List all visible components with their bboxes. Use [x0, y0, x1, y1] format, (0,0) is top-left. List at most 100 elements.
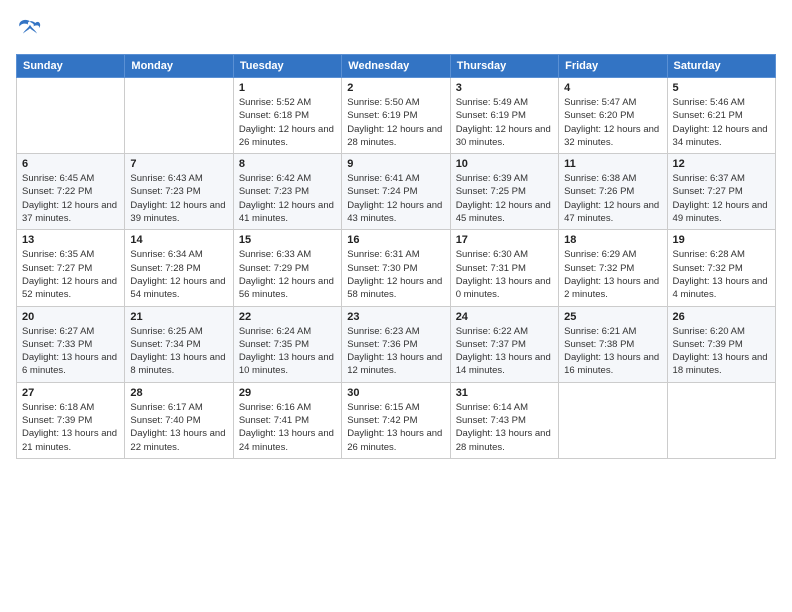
cell-line: Sunset: 6:19 PM — [456, 110, 526, 121]
cell-line: Sunrise: 6:37 AM — [673, 173, 745, 184]
calendar-cell: 12Sunrise: 6:37 AMSunset: 7:27 PMDayligh… — [667, 154, 775, 230]
cell-content: Sunrise: 5:52 AMSunset: 6:18 PMDaylight:… — [239, 96, 336, 149]
cell-line: Daylight: 12 hours and 28 minutes. — [347, 124, 442, 148]
header-thursday: Thursday — [450, 55, 558, 78]
cell-line: Sunrise: 5:46 AM — [673, 97, 745, 108]
calendar-table: SundayMondayTuesdayWednesdayThursdayFrid… — [16, 54, 776, 459]
cell-line: Sunrise: 6:43 AM — [130, 173, 202, 184]
cell-line: Sunrise: 6:18 AM — [22, 402, 94, 413]
cell-line: Daylight: 13 hours and 14 minutes. — [456, 352, 551, 376]
cell-line: Sunset: 7:35 PM — [239, 339, 309, 350]
cell-content: Sunrise: 6:20 AMSunset: 7:39 PMDaylight:… — [673, 325, 770, 378]
day-number: 4 — [564, 82, 661, 94]
day-number: 8 — [239, 158, 336, 170]
calendar-cell: 1 Sunrise: 5:52 AMSunset: 6:18 PMDaylight… — [233, 78, 341, 154]
cell-content: Sunrise: 5:47 AMSunset: 6:20 PMDaylight:… — [564, 96, 661, 149]
day-number: 31 — [456, 387, 553, 399]
cell-line: Sunset: 7:37 PM — [456, 339, 526, 350]
day-number: 19 — [673, 234, 770, 246]
day-number: 13 — [22, 234, 119, 246]
logo-icon — [16, 16, 44, 44]
day-number: 28 — [130, 387, 227, 399]
cell-content: Sunrise: 5:50 AMSunset: 6:19 PMDaylight:… — [347, 96, 444, 149]
calendar-cell: 28Sunrise: 6:17 AMSunset: 7:40 PMDayligh… — [125, 382, 233, 458]
cell-content: Sunrise: 6:35 AMSunset: 7:27 PMDaylight:… — [22, 248, 119, 301]
cell-line: Daylight: 13 hours and 8 minutes. — [130, 352, 225, 376]
cell-line: Sunrise: 6:27 AM — [22, 326, 94, 337]
cell-line: Sunset: 7:32 PM — [564, 263, 634, 274]
calendar-cell: 15Sunrise: 6:33 AMSunset: 7:29 PMDayligh… — [233, 230, 341, 306]
day-number: 2 — [347, 82, 444, 94]
cell-line: Sunrise: 6:17 AM — [130, 402, 202, 413]
cell-line: Daylight: 13 hours and 21 minutes. — [22, 428, 117, 452]
day-number: 27 — [22, 387, 119, 399]
day-number: 1 — [239, 82, 336, 94]
calendar-cell: 27 Sunrise: 6:18 AMSunset: 7:39 PMDayligh… — [17, 382, 125, 458]
calendar-week-row: 6Sunrise: 6:45 AMSunset: 7:22 PMDaylight… — [17, 154, 776, 230]
calendar-cell: 17Sunrise: 6:30 AMSunset: 7:31 PMDayligh… — [450, 230, 558, 306]
day-number: 24 — [456, 311, 553, 323]
calendar-cell: 14Sunrise: 6:34 AMSunset: 7:28 PMDayligh… — [125, 230, 233, 306]
calendar-cell — [125, 78, 233, 154]
day-number: 22 — [239, 311, 336, 323]
calendar-cell: 11Sunrise: 6:38 AMSunset: 7:26 PMDayligh… — [559, 154, 667, 230]
cell-line: Daylight: 12 hours and 34 minutes. — [673, 124, 768, 148]
day-number: 16 — [347, 234, 444, 246]
calendar-cell: 8Sunrise: 6:42 AMSunset: 7:23 PMDaylight… — [233, 154, 341, 230]
cell-content: Sunrise: 6:18 AMSunset: 7:39 PMDaylight:… — [22, 401, 119, 454]
day-number: 18 — [564, 234, 661, 246]
cell-line: Daylight: 13 hours and 24 minutes. — [239, 428, 334, 452]
cell-content: Sunrise: 6:27 AMSunset: 7:33 PMDaylight:… — [22, 325, 119, 378]
cell-content: Sunrise: 6:31 AMSunset: 7:30 PMDaylight:… — [347, 248, 444, 301]
cell-line: Sunrise: 6:38 AM — [564, 173, 636, 184]
cell-line: Daylight: 12 hours and 41 minutes. — [239, 200, 334, 224]
cell-line: Sunrise: 6:29 AM — [564, 249, 636, 260]
calendar-cell — [559, 382, 667, 458]
calendar-cell: 2 Sunrise: 5:50 AMSunset: 6:19 PMDaylight… — [342, 78, 450, 154]
cell-line: Daylight: 13 hours and 28 minutes. — [456, 428, 551, 452]
cell-line: Sunrise: 6:28 AM — [673, 249, 745, 260]
cell-line: Daylight: 12 hours and 52 minutes. — [22, 276, 117, 300]
header-sunday: Sunday — [17, 55, 125, 78]
cell-line: Sunset: 7:22 PM — [22, 186, 92, 197]
calendar-cell — [667, 382, 775, 458]
cell-line: Sunset: 7:23 PM — [130, 186, 200, 197]
cell-line: Daylight: 12 hours and 47 minutes. — [564, 200, 659, 224]
calendar-cell: 30Sunrise: 6:15 AMSunset: 7:42 PMDayligh… — [342, 382, 450, 458]
cell-line: Daylight: 12 hours and 49 minutes. — [673, 200, 768, 224]
cell-line: Sunset: 7:24 PM — [347, 186, 417, 197]
cell-content: Sunrise: 6:30 AMSunset: 7:31 PMDaylight:… — [456, 248, 553, 301]
calendar-week-row: 27 Sunrise: 6:18 AMSunset: 7:39 PMDayligh… — [17, 382, 776, 458]
cell-line: Daylight: 13 hours and 22 minutes. — [130, 428, 225, 452]
cell-line: Daylight: 12 hours and 39 minutes. — [130, 200, 225, 224]
cell-line: Daylight: 12 hours and 30 minutes. — [456, 124, 551, 148]
cell-line: Daylight: 12 hours and 43 minutes. — [347, 200, 442, 224]
calendar-cell: 4 Sunrise: 5:47 AMSunset: 6:20 PMDaylight… — [559, 78, 667, 154]
day-number: 20 — [22, 311, 119, 323]
cell-content: Sunrise: 6:24 AMSunset: 7:35 PMDaylight:… — [239, 325, 336, 378]
cell-line: Sunset: 6:20 PM — [564, 110, 634, 121]
cell-line: Sunset: 7:27 PM — [673, 186, 743, 197]
cell-line: Sunrise: 5:52 AM — [239, 97, 311, 108]
cell-content: Sunrise: 6:45 AMSunset: 7:22 PMDaylight:… — [22, 172, 119, 225]
header-monday: Monday — [125, 55, 233, 78]
cell-line: Sunrise: 6:24 AM — [239, 326, 311, 337]
cell-line: Sunset: 7:41 PM — [239, 415, 309, 426]
cell-line: Sunrise: 6:22 AM — [456, 326, 528, 337]
cell-line: Sunset: 7:32 PM — [673, 263, 743, 274]
cell-line: Daylight: 13 hours and 16 minutes. — [564, 352, 659, 376]
cell-content: Sunrise: 6:14 AMSunset: 7:43 PMDaylight:… — [456, 401, 553, 454]
cell-line: Sunset: 7:31 PM — [456, 263, 526, 274]
calendar-cell: 19Sunrise: 6:28 AMSunset: 7:32 PMDayligh… — [667, 230, 775, 306]
header-wednesday: Wednesday — [342, 55, 450, 78]
cell-line: Daylight: 13 hours and 12 minutes. — [347, 352, 442, 376]
cell-line: Sunrise: 6:41 AM — [347, 173, 419, 184]
cell-line: Daylight: 13 hours and 2 minutes. — [564, 276, 659, 300]
cell-line: Sunrise: 6:25 AM — [130, 326, 202, 337]
cell-line: Sunrise: 6:34 AM — [130, 249, 202, 260]
calendar-cell: 7Sunrise: 6:43 AMSunset: 7:23 PMDaylight… — [125, 154, 233, 230]
calendar-cell: 31 Sunrise: 6:14 AMSunset: 7:43 PMDayligh… — [450, 382, 558, 458]
cell-line: Sunrise: 6:20 AM — [673, 326, 745, 337]
day-number: 29 — [239, 387, 336, 399]
day-number: 30 — [347, 387, 444, 399]
